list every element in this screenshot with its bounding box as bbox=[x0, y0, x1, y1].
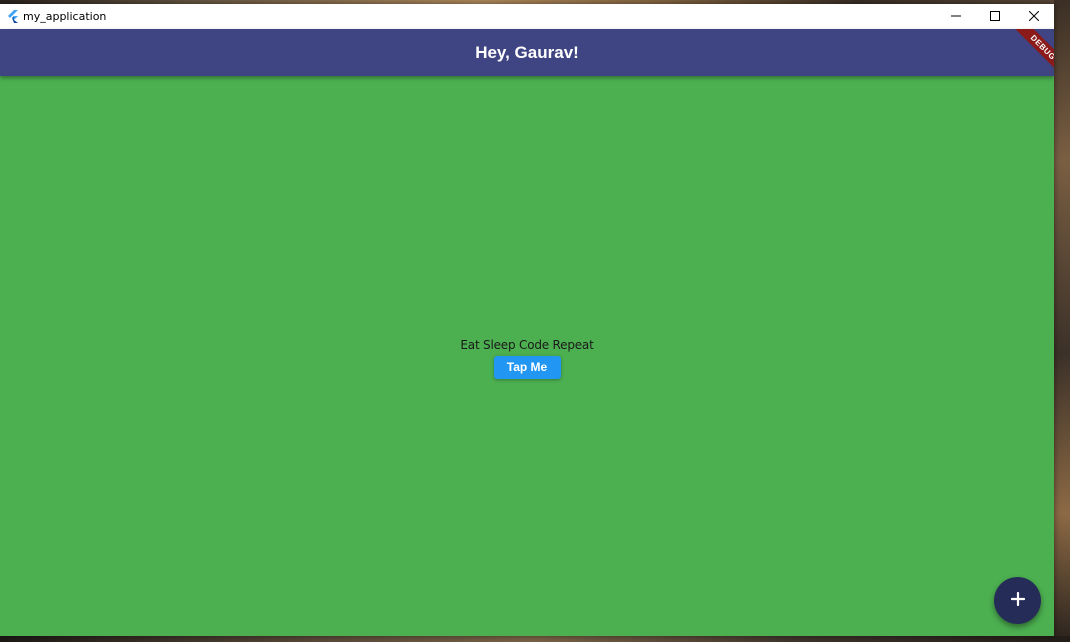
app-body: Eat Sleep Code Repeat Tap Me bbox=[0, 76, 1054, 636]
window-title: my_application bbox=[23, 10, 107, 23]
tap-me-button[interactable]: Tap Me bbox=[493, 356, 561, 379]
center-column: Eat Sleep Code Repeat Tap Me bbox=[427, 338, 627, 379]
desktop-background-bottom bbox=[0, 636, 1070, 642]
flutter-logo-icon bbox=[6, 10, 19, 23]
close-button[interactable] bbox=[1015, 4, 1053, 29]
app-bar-title: Hey, Gaurav! bbox=[475, 43, 579, 62]
minimize-button[interactable] bbox=[937, 4, 975, 29]
desktop-background bbox=[1054, 0, 1070, 642]
app-window: my_application Hey, Gaurav! DEBUG Eat Sl… bbox=[0, 4, 1054, 636]
maximize-button[interactable] bbox=[976, 4, 1014, 29]
app-bar: Hey, Gaurav! bbox=[0, 29, 1054, 76]
tagline-text: Eat Sleep Code Repeat bbox=[460, 338, 594, 352]
minimize-icon bbox=[951, 8, 961, 26]
plus-icon bbox=[1010, 591, 1025, 609]
add-fab-button[interactable] bbox=[994, 577, 1041, 624]
window-titlebar[interactable]: my_application bbox=[0, 4, 1054, 30]
close-icon bbox=[1028, 8, 1040, 26]
maximize-icon bbox=[990, 8, 1000, 26]
